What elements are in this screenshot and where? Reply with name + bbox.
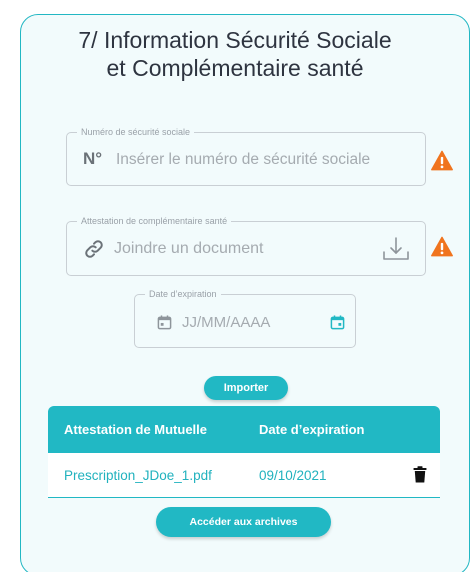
link-icon	[85, 240, 103, 258]
import-button[interactable]: Importer	[204, 376, 288, 400]
attestation-input-placeholder[interactable]: Joindre un document	[114, 240, 263, 258]
page-title-line-1: 7/ Information Sécurité Sociale	[78, 27, 392, 53]
ssn-prefix: N°	[83, 149, 103, 168]
attestation-field-label: Attestation de complémentaire santé	[77, 215, 232, 227]
calendar-icon	[157, 315, 172, 330]
expiry-date-value: 09/10/2021	[259, 468, 327, 483]
expiry-date-field[interactable]: Date d’expiration JJ/MM/AAAA	[134, 288, 356, 348]
warning-icon	[431, 150, 453, 171]
ssn-field-label: Numéro de sécurité sociale	[77, 126, 195, 138]
page-title-line-2: et Complémentaire santé	[106, 55, 364, 81]
column-header-attestation: Attestation de Mutuelle	[64, 422, 208, 437]
upload-icon[interactable]	[381, 234, 411, 264]
column-header-expiry-date: Date d’expiration	[259, 422, 365, 437]
ssn-field[interactable]: Numéro de sécurité sociale N° Insérer le…	[66, 126, 426, 186]
trash-icon[interactable]	[413, 466, 427, 483]
expiry-date-label: Date d’expiration	[145, 288, 221, 300]
archive-button[interactable]: Accéder aux archives	[156, 507, 331, 537]
attestation-table: Attestation de Mutuelle Date d’expiratio…	[48, 406, 440, 498]
page-title: 7/ Information Sécurité Sociale et Compl…	[0, 26, 470, 82]
attestation-file-link[interactable]: Prescription_JDoe_1.pdf	[64, 468, 212, 483]
warning-icon	[431, 236, 453, 257]
calendar-icon[interactable]	[330, 315, 345, 330]
attestation-field[interactable]: Attestation de complémentaire santé Join…	[66, 215, 426, 276]
ssn-input-placeholder[interactable]: Insérer le numéro de sécurité sociale	[116, 151, 370, 169]
expiry-date-input-placeholder[interactable]: JJ/MM/AAAA	[182, 314, 270, 331]
table-row: Prescription_JDoe_1.pdf 09/10/2021	[48, 453, 440, 498]
table-header: Attestation de Mutuelle Date d’expiratio…	[48, 406, 440, 453]
